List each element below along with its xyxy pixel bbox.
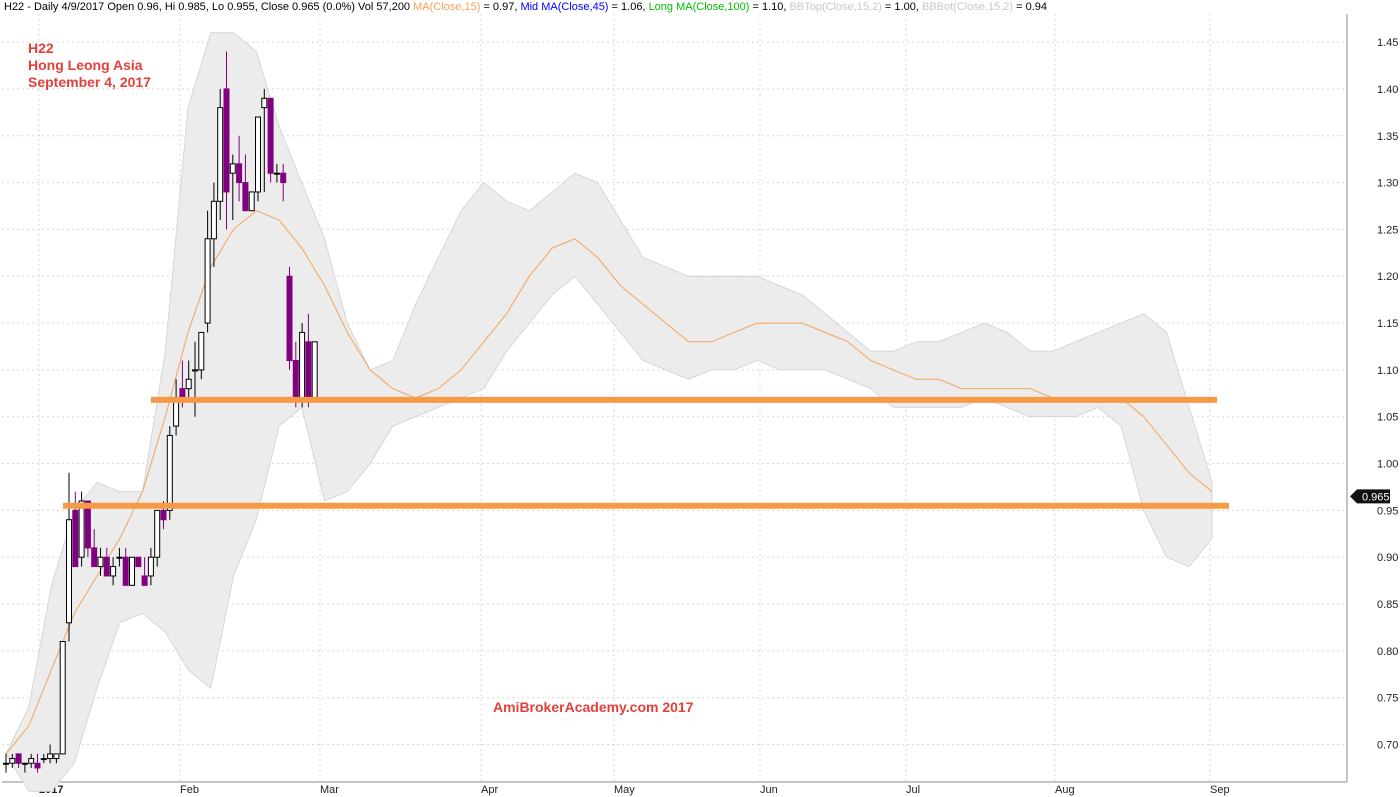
watermark: AmiBrokerAcademy.com 2017 [493, 699, 694, 715]
candle-body [204, 238, 211, 324]
candle-body [179, 388, 186, 399]
y-tick-label: 1.00 [1377, 459, 1398, 471]
y-tick-label: 1.25 [1377, 224, 1398, 236]
candle-body [223, 88, 230, 193]
candle-body [229, 163, 236, 174]
x-tick-label: Jun [760, 784, 778, 796]
annotation-company: Hong Leong Asia [28, 57, 143, 73]
y-tick-label: 0.85 [1377, 599, 1398, 611]
candle-body [242, 182, 249, 212]
candle-body [311, 341, 318, 399]
y-tick-label: 1.15 [1377, 318, 1398, 330]
candle-body [103, 556, 110, 577]
candle-body [248, 191, 255, 212]
candle-body [267, 97, 274, 174]
candle-body [116, 556, 123, 559]
candle-body [91, 547, 98, 568]
candle-body [147, 556, 154, 577]
candle-body [66, 519, 72, 624]
y-tick-label: 0.95 [1377, 505, 1398, 517]
annotation-symbol: H22 [28, 40, 54, 56]
candle-body [236, 163, 243, 184]
y-tick-label: 1.45 [1377, 37, 1398, 49]
candle-body [34, 762, 41, 769]
candle-body [160, 509, 167, 521]
candle-body [261, 97, 268, 109]
y-tick-label: 0.90 [1377, 552, 1398, 564]
candle-body [122, 556, 129, 586]
candle-body [15, 753, 22, 764]
candle-body [217, 107, 224, 202]
candle-body [286, 275, 293, 362]
candle-body [78, 500, 85, 558]
y-tick-label: 1.05 [1377, 412, 1398, 424]
x-tick-label: Mar [320, 784, 339, 796]
candle-body [185, 378, 192, 390]
candlestick-chart: 0.70 0.75 0.80 0.85 0.90 0.95 1.00 1.05 1.10 1.15… [2, 14, 1398, 796]
y-tick-label: 1.30 [1377, 178, 1398, 190]
candle-body [40, 758, 47, 761]
candle-body [192, 369, 198, 372]
y-tick-label: 0.75 [1377, 693, 1398, 705]
candle-body [135, 556, 142, 568]
candle-body [28, 758, 35, 764]
bollinger-band [5, 32, 1213, 792]
candle-body [255, 116, 261, 193]
y-tick-label: 1.20 [1377, 271, 1398, 283]
candle-body [97, 556, 104, 568]
candle-body [305, 341, 312, 399]
y-tick-label: 1.40 [1377, 84, 1398, 96]
y-tick-label: 0.70 [1377, 740, 1398, 752]
candle-body [299, 331, 306, 399]
candle-body [210, 200, 217, 240]
candle-body [166, 434, 173, 511]
candle-body [59, 641, 66, 755]
candle-body [72, 509, 79, 568]
candle-body [129, 556, 135, 586]
last-price-label: 0.965 [1362, 491, 1390, 503]
x-tick-label: Feb [180, 784, 199, 796]
x-tick-label: Sep [1210, 784, 1230, 796]
annotation-date: September 4, 2017 [28, 74, 151, 90]
candle-body [21, 762, 28, 765]
candle-body [47, 753, 54, 760]
candle-body [3, 762, 9, 765]
y-tick-label: 0.80 [1377, 646, 1398, 658]
candle-body [141, 575, 148, 586]
candle-body [280, 172, 287, 184]
x-tick-label: May [614, 784, 635, 796]
candle-body [198, 331, 205, 371]
candle-body [9, 758, 16, 764]
candle-body [53, 753, 60, 760]
y-tick-label: 1.10 [1377, 365, 1398, 377]
x-tick-label: Aug [1055, 784, 1075, 796]
y-tick-label: 1.35 [1377, 131, 1398, 143]
x-tick-label: Jul [906, 784, 920, 796]
candle-body [154, 509, 161, 558]
x-tick-label: Apr [481, 784, 498, 796]
candle-body [292, 360, 299, 399]
candle-body [110, 566, 117, 577]
candle-body [273, 172, 280, 175]
